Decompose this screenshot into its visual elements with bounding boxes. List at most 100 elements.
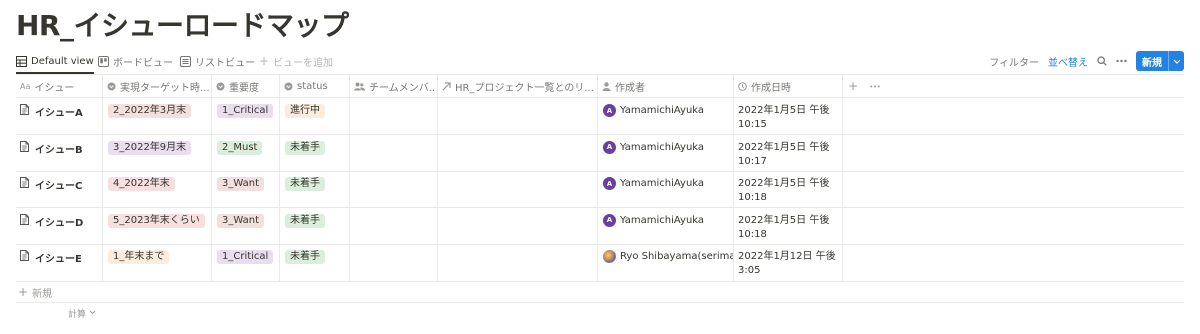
project-relation-cell[interactable] xyxy=(438,171,597,208)
target-tag: 2_2022年3月末 xyxy=(108,104,192,118)
team-members-cell[interactable] xyxy=(350,171,437,208)
target-cell[interactable]: 3_2022年9月末 xyxy=(103,135,211,172)
table-header: Aa イシュー 実現ターゲット時... 重要度 status チームメンバ...… xyxy=(0,75,1200,97)
column-header-status[interactable]: status xyxy=(280,75,348,97)
issue-name-cell[interactable]: イシューA xyxy=(0,98,102,135)
team-members-cell[interactable] xyxy=(350,135,437,172)
project-relation-cell[interactable] xyxy=(438,208,597,245)
page-icon xyxy=(20,140,29,155)
column-header-priority[interactable]: 重要度 xyxy=(212,75,278,97)
tab-board-view[interactable]: ボードビュー xyxy=(98,51,173,71)
status-badge: 進行中 xyxy=(285,104,325,118)
chevron-down-icon[interactable] xyxy=(1168,51,1184,71)
page-icon xyxy=(20,177,29,191)
list-icon xyxy=(180,55,191,67)
priority-tag: 3_Want xyxy=(217,177,264,192)
column-more-icon[interactable] xyxy=(870,75,880,97)
creator-cell[interactable]: A YamamichiAyuka xyxy=(598,208,733,245)
priority-cell[interactable]: 1_Critical xyxy=(212,98,279,135)
table-row[interactable]: イシューA 2_2022年3月末 1_Critical 進行中 A Yamami… xyxy=(0,98,1200,135)
created-time: 2022年1月12日 午後 3:05 xyxy=(738,250,838,278)
team-members-cell[interactable] xyxy=(350,244,437,281)
created-time-cell[interactable]: 2022年1月5日 午後 10:17 xyxy=(734,135,842,172)
target-cell[interactable]: 5_2023年末くらい xyxy=(103,208,211,245)
new-button[interactable]: 新規 xyxy=(1136,51,1184,71)
creator: A YamamichiAyuka xyxy=(603,140,729,154)
priority-tag: 1_Critical xyxy=(217,250,274,265)
priority-tag: 3_Want xyxy=(217,213,264,228)
status-badge: 未着手 xyxy=(285,177,325,192)
table-row[interactable]: イシューB 3_2022年9月末 2_Must 未着手 A YamamichiA… xyxy=(0,135,1200,172)
status-cell[interactable]: 進行中 xyxy=(280,98,349,135)
target-tag: 3_2022年9月末 xyxy=(108,140,192,155)
status-cell[interactable]: 未着手 xyxy=(280,171,349,208)
avatar: A xyxy=(603,104,616,117)
table-row[interactable]: イシューE 1_年末まで 1_Critical 未着手 Ryo Shibayam… xyxy=(0,244,1200,281)
project-relation-cell[interactable] xyxy=(438,98,597,135)
issue-name-cell[interactable]: イシューD xyxy=(0,208,102,245)
calculate-label: 計算 xyxy=(68,309,87,320)
project-relation-cell[interactable] xyxy=(438,244,597,281)
people-icon xyxy=(354,82,365,91)
toolbar-right: フィルター 並べ替え 新規 xyxy=(989,51,1184,71)
column-header-target[interactable]: 実現ターゲット時... xyxy=(103,75,210,97)
more-icon[interactable] xyxy=(1116,59,1127,63)
tab-default-view[interactable]: Default view xyxy=(16,51,94,71)
creator-cell[interactable]: A YamamichiAyuka xyxy=(598,135,733,172)
sort-button[interactable]: 並べ替え xyxy=(1048,54,1088,69)
issue-name-cell[interactable]: イシューE xyxy=(0,244,102,281)
plus-icon: + xyxy=(848,79,859,93)
column-label: チームメンバ... xyxy=(369,82,436,94)
creator-cell[interactable]: Ryo Shibayama(serima) xyxy=(598,244,733,281)
plus-icon: + xyxy=(18,285,29,299)
issue-name: イシューE xyxy=(35,254,82,266)
table-bottom-divider xyxy=(16,281,1184,282)
page-icon xyxy=(20,104,29,118)
tab-label: Default view xyxy=(31,55,94,67)
created-time-cell[interactable]: 2022年1月5日 午後 10:15 xyxy=(734,98,842,135)
issue-name-cell[interactable]: イシューC xyxy=(0,171,102,208)
search-icon[interactable] xyxy=(1097,56,1107,66)
status-cell[interactable]: 未着手 xyxy=(280,244,349,281)
team-members-cell[interactable] xyxy=(350,208,437,245)
priority-cell[interactable]: 2_Must xyxy=(212,135,279,172)
column-header-project-relation[interactable]: HR_プロジェクト一覧とのリ... xyxy=(438,75,596,97)
created-time-line: 10:18 xyxy=(738,228,767,240)
created-time-cell[interactable]: 2022年1月12日 午後 3:05 xyxy=(734,244,842,281)
column-header-team-members[interactable]: チームメンバ... xyxy=(350,75,436,97)
target-cell[interactable]: 1_年末まで xyxy=(103,244,211,281)
created-time: 2022年1月5日 午後 10:17 xyxy=(738,141,838,169)
created-time-cell[interactable]: 2022年1月5日 午後 10:18 xyxy=(734,171,842,208)
status-cell[interactable]: 未着手 xyxy=(280,135,349,172)
add-row-button[interactable]: + 新規 xyxy=(18,285,52,300)
column-header-issue[interactable]: Aa イシュー xyxy=(16,75,102,97)
target-cell[interactable]: 2_2022年3月末 xyxy=(103,98,211,135)
add-column-button[interactable]: + xyxy=(848,75,858,97)
column-label: HR_プロジェクト一覧とのリ... xyxy=(455,82,594,94)
calculate-button[interactable]: 計算 xyxy=(68,306,96,320)
creator-cell[interactable]: A YamamichiAyuka xyxy=(598,98,733,135)
priority-cell[interactable]: 3_Want xyxy=(212,171,279,208)
status-cell[interactable]: 未着手 xyxy=(280,208,349,245)
project-relation-cell[interactable] xyxy=(438,135,597,172)
add-view-button[interactable]: + ビューを追加 xyxy=(259,51,333,71)
tab-label: ボードビュー xyxy=(113,57,173,69)
filter-button[interactable]: フィルター xyxy=(989,54,1039,69)
priority-cell[interactable]: 1_Critical xyxy=(212,244,279,281)
created-time-cell[interactable]: 2022年1月5日 午後 10:18 xyxy=(734,208,842,245)
column-header-created-time[interactable]: 作成日時 xyxy=(734,75,840,97)
select-icon xyxy=(107,82,116,91)
issue-name-cell[interactable]: イシューB xyxy=(0,135,102,172)
priority-cell[interactable]: 3_Want xyxy=(212,208,279,245)
table-row[interactable]: イシューD 5_2023年末くらい 3_Want 未着手 A Yamamichi… xyxy=(0,208,1200,245)
creator-cell[interactable]: A YamamichiAyuka xyxy=(598,171,733,208)
tab-list-view[interactable]: リストビュー xyxy=(180,51,255,71)
status-badge: 未着手 xyxy=(285,140,325,155)
target-tag: 4_2022年末 xyxy=(108,177,175,192)
column-header-creator[interactable]: 作成者 xyxy=(598,75,732,97)
creator: A YamamichiAyuka xyxy=(603,177,729,191)
table-row[interactable]: イシューC 4_2022年末 3_Want 未着手 A YamamichiAyu… xyxy=(0,171,1200,208)
target-cell[interactable]: 4_2022年末 xyxy=(103,171,211,208)
column-label: イシュー xyxy=(34,82,75,94)
team-members-cell[interactable] xyxy=(350,98,437,135)
